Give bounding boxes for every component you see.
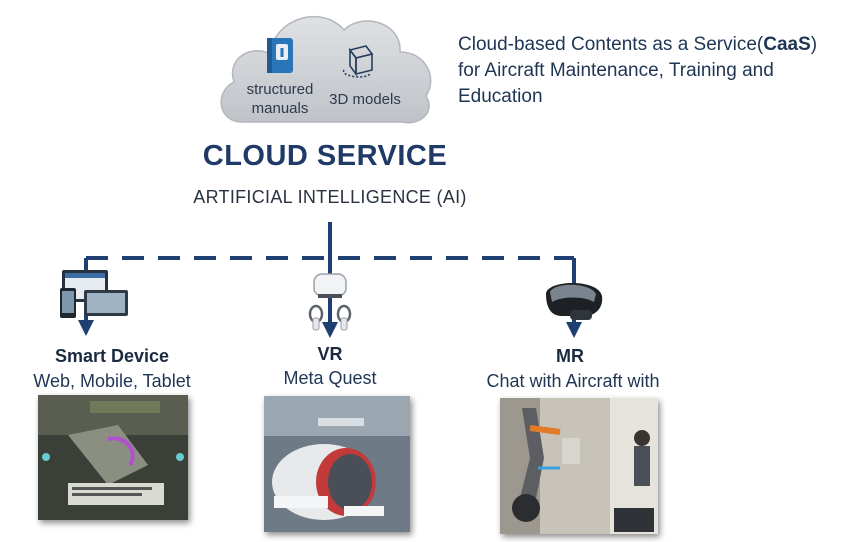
mr-subtitle: Chat with Aircraft with bbox=[486, 371, 660, 391]
caas-description: Cloud-based Contents as a Service(CaaS) … bbox=[458, 32, 838, 110]
right-arrow-icon bbox=[566, 322, 582, 338]
vr-headset-icon bbox=[308, 273, 352, 331]
mr-screenshot bbox=[500, 398, 658, 534]
3d-cube-icon bbox=[342, 45, 374, 78]
caas-line2: for Aircraft Maintenance, Training and bbox=[458, 60, 774, 81]
left-arrow-icon bbox=[78, 320, 94, 336]
mr-headset-icon bbox=[546, 283, 603, 320]
cloud-service-title: CLOUD SERVICE bbox=[202, 140, 448, 172]
caas-line3: Education bbox=[458, 86, 543, 107]
smart-device-subtitle: Web, Mobile, Tablet bbox=[33, 371, 191, 391]
devices-icon bbox=[60, 270, 128, 318]
structured-manuals-label: structured manuals bbox=[246, 81, 314, 117]
vr-title: VR bbox=[317, 344, 343, 364]
caas-line1-pre: Cloud-based Contents as a Service( bbox=[458, 34, 764, 55]
mr-title: MR bbox=[556, 346, 584, 366]
3d-models-label: 3D models bbox=[329, 91, 401, 108]
caas-acronym: CaaS bbox=[763, 34, 811, 55]
vr-subtitle: Meta Quest bbox=[283, 368, 377, 388]
vr-screenshot bbox=[264, 396, 410, 532]
ai-subtitle: ARTIFICIAL INTELLIGENCE (AI) bbox=[193, 187, 467, 207]
smart-device-title: Smart Device bbox=[54, 346, 170, 366]
manual-book-icon bbox=[267, 38, 293, 73]
caas-line1-post: ) bbox=[810, 34, 818, 55]
smart-device-screenshot bbox=[38, 395, 188, 520]
